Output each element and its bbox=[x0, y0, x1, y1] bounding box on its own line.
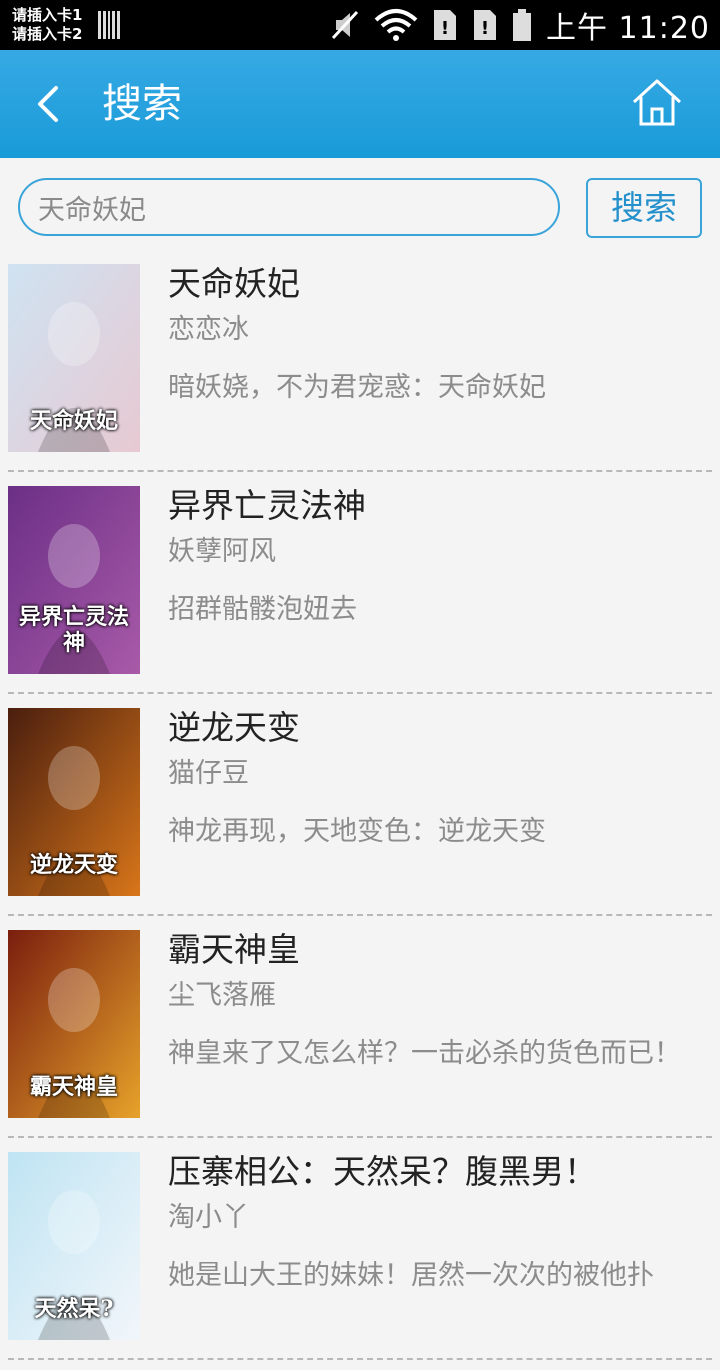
result-item[interactable]: 天然呆? 压寨相公：天然呆？腹黑男！ 淘小丫她是山大王的妹妹！居然一次次的被他扑 bbox=[0, 1148, 720, 1370]
sim1-missing-icon: ! bbox=[434, 10, 456, 40]
book-title: 异界亡灵法神 bbox=[168, 486, 366, 525]
sim-status: 请插入卡1 请插入卡2 bbox=[12, 6, 82, 44]
book-title: 逆龙天变 bbox=[168, 708, 300, 747]
sim1-text: 请插入卡1 bbox=[12, 6, 83, 24]
book-title: 压寨相公：天然呆？腹黑男！ bbox=[168, 1152, 597, 1191]
book-title: 霸天神皇 bbox=[168, 930, 300, 969]
book-author: 猫仔豆 bbox=[168, 758, 249, 789]
book-author: 尘飞落雁 bbox=[168, 980, 276, 1011]
list-divider bbox=[8, 1136, 712, 1138]
book-cover-title: 天命妖妃 bbox=[29, 408, 118, 434]
clock: 上午 11:20 bbox=[546, 11, 710, 46]
svg-text:!: ! bbox=[441, 18, 449, 39]
signal-bars-icon bbox=[98, 11, 120, 39]
book-cover-image: 霸天神皇 bbox=[8, 930, 140, 1118]
book-description: 暗妖娆，不为君宠惑：天命妖妃 bbox=[168, 372, 546, 403]
result-item[interactable]: 霸天神皇 霸天神皇 尘飞落雁 神皇来了又怎么样？一击必杀的货色而已！ bbox=[0, 926, 720, 1148]
battery-icon bbox=[513, 9, 531, 41]
svg-text:!: ! bbox=[481, 18, 489, 39]
home-icon[interactable] bbox=[630, 76, 684, 130]
result-item[interactable]: 逆龙天变 逆龙天变 猫仔豆 神龙再现，天地变色：逆龙天变 bbox=[0, 704, 720, 926]
book-description: 神龙再现，天地变色：逆龙天变 bbox=[168, 816, 546, 847]
sim2-text: 请插入卡2 bbox=[12, 25, 83, 43]
book-description: 招群骷髅泡妞去 bbox=[168, 594, 357, 625]
book-cover-title: 霸天神皇 bbox=[29, 1074, 118, 1100]
book-cover-title: 逆龙天变 bbox=[29, 852, 118, 878]
book-author: 淘小丫 bbox=[168, 1202, 249, 1233]
page-title: 搜索 bbox=[102, 81, 182, 127]
book-author: 恋恋冰 bbox=[168, 314, 249, 345]
book-title: 天命妖妃 bbox=[168, 264, 300, 303]
mute-icon bbox=[331, 10, 359, 40]
result-item[interactable]: 天命妖妃 天命妖妃 恋恋冰 暗妖娆，不为君宠惑：天命妖妃 bbox=[0, 260, 720, 482]
app-header: 搜索 bbox=[0, 50, 720, 158]
wifi-icon bbox=[374, 9, 418, 41]
book-cover-title: 异界亡灵法神 bbox=[18, 604, 129, 656]
search-results-list: 天命妖妃 天命妖妃 恋恋冰 暗妖娆，不为君宠惑：天命妖妃 异界亡灵法神 异界亡灵法神 妖孽阿… bbox=[0, 260, 720, 1370]
book-cover-image: 逆龙天变 bbox=[8, 708, 140, 896]
book-cover-image: 天命妖妃 bbox=[8, 264, 140, 452]
list-divider bbox=[8, 470, 712, 472]
back-arrow-icon[interactable] bbox=[30, 80, 70, 128]
status-bar: 请插入卡1 请插入卡2 ! ! 上午 11:20 bbox=[0, 0, 720, 50]
book-cover-image: 异界亡灵法神 bbox=[8, 486, 140, 674]
book-cover-image: 天然呆? bbox=[8, 1152, 140, 1340]
book-description: 神皇来了又怎么样？一击必杀的货色而已！ bbox=[168, 1038, 681, 1069]
search-button[interactable]: 搜索 bbox=[586, 178, 702, 238]
book-description: 她是山大王的妹妹！居然一次次的被他扑 bbox=[168, 1260, 654, 1291]
list-divider bbox=[8, 1358, 712, 1360]
book-cover-title: 天然呆? bbox=[34, 1296, 114, 1322]
list-divider bbox=[8, 692, 712, 694]
sim2-missing-icon: ! bbox=[474, 10, 496, 40]
book-author: 妖孽阿风 bbox=[168, 536, 276, 567]
result-item[interactable]: 异界亡灵法神 异界亡灵法神 妖孽阿风 招群骷髅泡妞去 bbox=[0, 482, 720, 704]
search-input[interactable] bbox=[18, 178, 560, 236]
list-divider bbox=[8, 914, 712, 916]
